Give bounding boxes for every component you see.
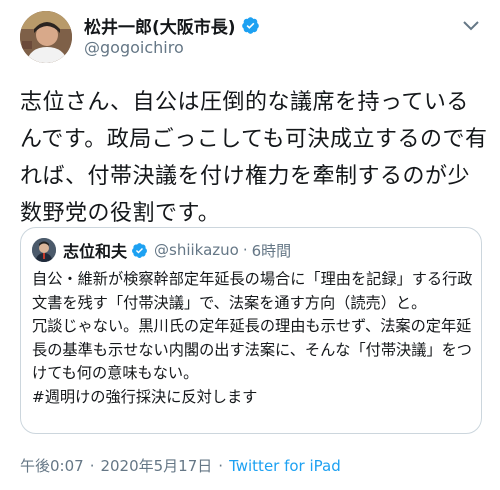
meta-separator: · xyxy=(218,456,224,475)
author-display-name[interactable]: 松井一郎(大阪市長) xyxy=(84,13,236,38)
quoted-tweet-header: 志位和夫 @shiikazuo · 6時間 xyxy=(32,238,291,262)
tweet-date[interactable]: 2020年5月17日 xyxy=(100,455,212,476)
quoted-author-avatar xyxy=(32,238,56,262)
tweet-meta: 午後0:07 · 2020年5月17日 · Twitter for iPad xyxy=(20,455,341,476)
author-avatar[interactable] xyxy=(20,11,72,63)
quoted-author-display-name: 志位和夫 xyxy=(63,242,128,261)
chevron-down-icon[interactable] xyxy=(462,19,480,31)
quoted-tweet-card[interactable]: 志位和夫 @shiikazuo · 6時間 自公・維新が検察幹部定年延長の場合に… xyxy=(20,227,482,434)
verified-badge-icon xyxy=(241,16,260,35)
quoted-author-handle: @shiikazuo xyxy=(154,241,239,259)
verified-badge-icon xyxy=(131,242,148,259)
tweet-source-link[interactable]: Twitter for iPad xyxy=(229,457,341,475)
meta-separator: · xyxy=(89,456,95,475)
author-name-row: 松井一郎(大阪市長) xyxy=(84,13,260,38)
author-handle[interactable]: @gogoichiro xyxy=(84,38,184,57)
quoted-tweet-text: 自公・維新が検察幹部定年延長の場合に「理由を記録」する行政文書を残す「付帯決議」… xyxy=(32,270,473,406)
quoted-separator: · xyxy=(242,241,248,259)
tweet-text: 志位さん、自公は圧倒的な議席を持っているんです。政局ごっこしても可決成立するので… xyxy=(20,90,488,226)
tweet-header: 松井一郎(大阪市長) @gogoichiro xyxy=(20,11,480,63)
quoted-timestamp: 6時間 xyxy=(251,241,292,260)
tweet-time[interactable]: 午後0:07 xyxy=(20,455,84,476)
